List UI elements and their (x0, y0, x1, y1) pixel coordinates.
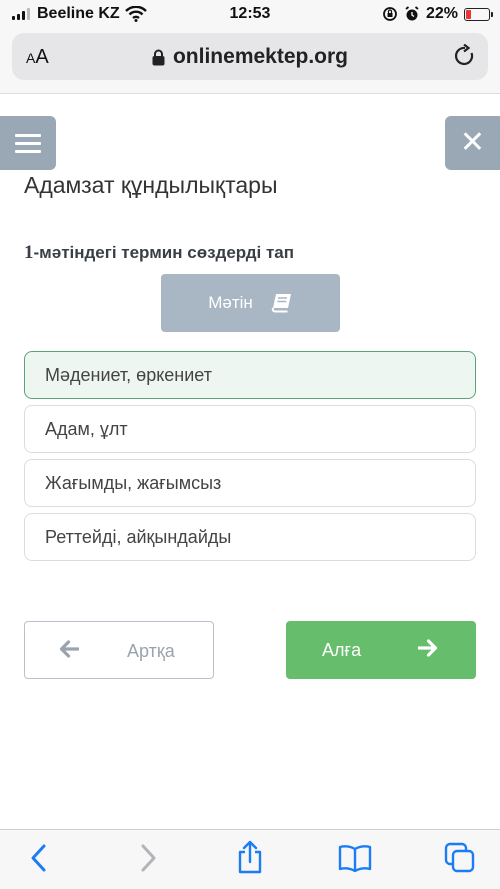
menu-icon-bar (15, 141, 41, 145)
answer-options: Мәдениет, өркениет Адам, ұлт Жағымды, жа… (24, 351, 476, 567)
arrow-right-icon (418, 639, 438, 657)
next-button[interactable]: Алға (286, 621, 476, 679)
answer-option[interactable]: Адам, ұлт (24, 405, 476, 453)
text-button-label: Мәтін (208, 293, 253, 312)
menu-button[interactable] (0, 116, 56, 170)
status-bar: Beeline KZ 12:53 22% (0, 0, 500, 30)
share-icon[interactable] (236, 840, 264, 874)
browser-toolbar (0, 829, 500, 889)
book-icon (271, 294, 291, 313)
question-number: 1 (24, 242, 34, 263)
battery-fill (466, 9, 471, 19)
answer-option[interactable]: Мәдениет, өркениет (24, 351, 476, 399)
answer-option[interactable]: Реттейді, айқындайды (24, 513, 476, 561)
url-text: onlinemektep.org (172, 45, 349, 68)
battery-percent: 22% (425, 5, 458, 22)
page-title: Адамзат құндылықтары (24, 172, 278, 198)
battery-icon (464, 7, 493, 21)
answer-option[interactable]: Жағымды, жағымсыз (24, 459, 476, 507)
back-button[interactable]: Артқа (24, 621, 214, 679)
menu-icon-bar (15, 149, 41, 153)
screen-rotation-lock-icon (383, 7, 397, 21)
arrow-left-icon (59, 640, 79, 658)
bookmarks-icon[interactable] (338, 844, 372, 872)
forward-icon[interactable] (137, 843, 159, 873)
tabs-icon[interactable] (444, 842, 476, 874)
question-text: 1-мәтіндегі термин сөздерді тап (24, 242, 294, 264)
back-icon[interactable] (28, 843, 50, 873)
reload-icon[interactable] (454, 44, 476, 68)
browser-address-area: AA onlinemektep.org (0, 30, 500, 94)
close-button[interactable]: ✕ (445, 116, 500, 170)
next-button-label: Алға (322, 640, 362, 660)
text-button[interactable]: Мәтін (161, 274, 340, 332)
back-button-label: Артқа (127, 641, 175, 661)
lock-icon (152, 49, 165, 65)
address-bar[interactable]: AA onlinemektep.org (12, 33, 488, 80)
menu-icon-bar (15, 133, 41, 137)
alarm-icon (405, 6, 419, 21)
close-icon: ✕ (459, 126, 486, 159)
question-body: -мәтіндегі термин сөздерді тап (33, 243, 295, 262)
